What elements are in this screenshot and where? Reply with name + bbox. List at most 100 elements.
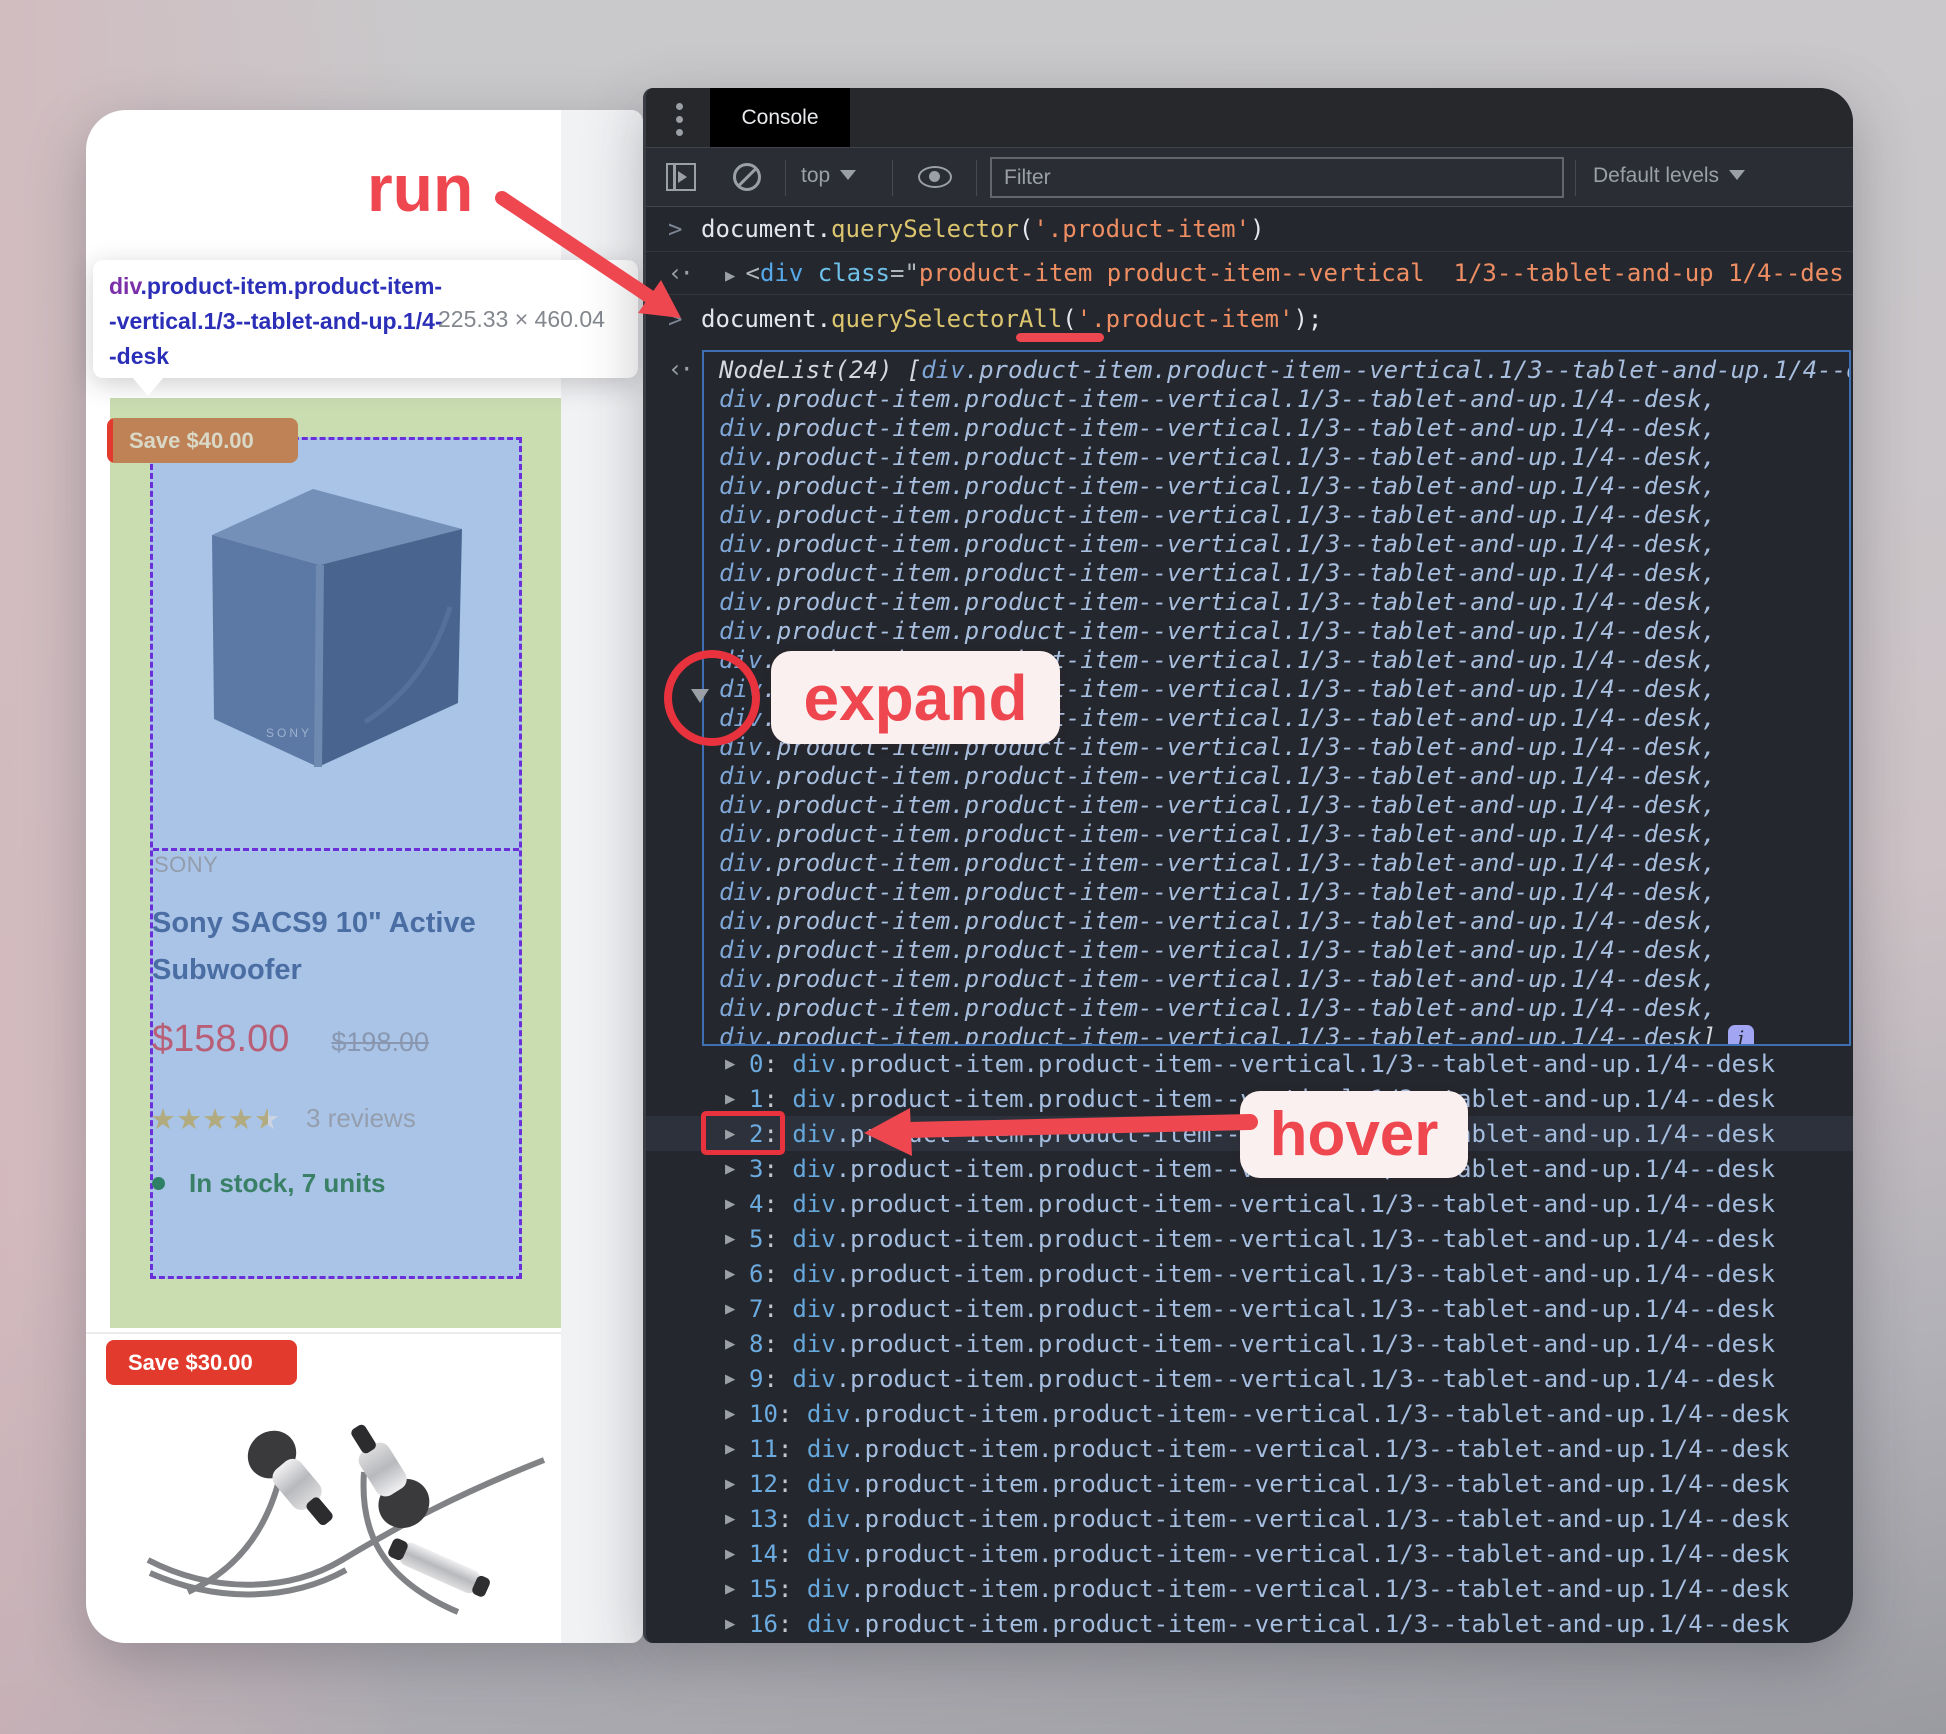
nodelist-preview-line: div.product-item.product-item--vertical.… (719, 443, 1717, 471)
nodelist-preview-line: div.product-item.product-item--vertical.… (719, 762, 1717, 790)
prompt-chevron-icon: > (668, 215, 683, 243)
stock-status: In stock, 7 units (189, 1168, 386, 1198)
info-icon[interactable]: i (1728, 1025, 1755, 1044)
nodelist-item-row[interactable]: ▶ 5: div .product-item.product-item--verti… (646, 1221, 1853, 1256)
tab-console[interactable]: Console (710, 88, 850, 147)
nodelist-item-row[interactable]: ▶ 15: div .product-item.product-item--vert… (646, 1571, 1853, 1606)
expand-triangle-icon[interactable]: ▶ (725, 1439, 749, 1459)
half-star-icon: ★ ★ (254, 1104, 280, 1136)
expand-triangle-icon[interactable]: ▶ (725, 1159, 749, 1179)
console-command[interactable]: > document.querySelector('.product-item'… (646, 207, 1853, 252)
kebab-menu-icon[interactable] (676, 103, 686, 136)
nodelist-item-row[interactable]: ▶ 4: div .product-item.product-item--verti… (646, 1186, 1853, 1221)
nodelist-preview-line: div.product-item.product-item--vertical.… (719, 588, 1717, 616)
console-toolbar: top Default levels (646, 147, 1853, 207)
nodelist-item-row[interactable]: ▶ 12: div .product-item.product-item--vert… (646, 1466, 1853, 1501)
nodelist-preview-line: div.product-item.product-item--vertical.… (704, 1023, 1849, 1044)
expand-triangle-icon[interactable]: ▶ (725, 1334, 749, 1354)
console-command-2[interactable]: > document.querySelectorAll('.product-it… (646, 294, 1853, 344)
red-underline-annotation (1016, 333, 1104, 342)
save-badge-2: Save $30.00 (106, 1340, 297, 1385)
expand-triangle-icon[interactable]: ▶ (725, 1404, 749, 1424)
nodelist-preview-line: div.product-item.product-item--vertical.… (719, 414, 1717, 442)
return-value-icon: ‹· (668, 355, 694, 383)
nodelist-item-row[interactable]: ▶ 7: div .product-item.product-item--verti… (646, 1291, 1853, 1326)
price-row: $158.00 $198.00 (152, 1018, 429, 1061)
product-brand: SONY (154, 852, 219, 877)
star-icons: ★★★★ (150, 1104, 254, 1136)
stock-row: In stock, 7 units (152, 1168, 386, 1199)
original-price: $198.00 (331, 1027, 429, 1057)
expand-triangle-icon[interactable]: ▶ (725, 1089, 749, 1109)
save-badge: Save $40.00 (107, 418, 298, 463)
nodelist-preview-line: div.product-item.product-item--vertical.… (719, 501, 1717, 529)
disclosure-triangle-icon[interactable] (691, 689, 709, 703)
nodelist-preview-line: div.product-item.product-item--vertical.… (719, 907, 1717, 935)
nodelist-preview-line: NodeList(24) [div.product-item.product-i… (719, 356, 1849, 384)
nodelist-item-row[interactable]: ▶ 8: div .product-item.product-item--verti… (646, 1326, 1853, 1361)
hover-annotation: hover (1240, 1091, 1468, 1178)
expand-triangle-icon[interactable]: ▶ (725, 1474, 749, 1494)
nodelist-preview-line: div.product-item.product-item--vertical.… (719, 965, 1717, 993)
chevron-down-icon (840, 170, 857, 180)
element-inspect-tooltip: div.product-item.product-item--vertical.… (93, 260, 638, 396)
expand-triangle-icon[interactable]: ▶ (725, 1369, 749, 1389)
card-divider (86, 1332, 561, 1334)
rating-row: ★★★★★ ★ 3 reviews (150, 1102, 416, 1137)
expand-triangle-icon[interactable]: ▶ (725, 1264, 749, 1284)
nodelist-item-row[interactable]: ▶ 0: div .product-item.product-item--verti… (646, 1046, 1853, 1081)
nodelist-preview-line: div.product-item.product-item--vertical.… (719, 559, 1717, 587)
console-messages: > document.querySelector('.product-item'… (646, 207, 1853, 1643)
live-expression-icon[interactable] (918, 166, 952, 188)
expand-triangle-icon[interactable]: ▶ (725, 1579, 749, 1599)
nodelist-preview-line: div.product-item.product-item--vertical.… (719, 820, 1717, 848)
return-value-icon: ‹· (668, 258, 694, 287)
expand-triangle-icon[interactable]: ▶ (725, 1509, 749, 1529)
nodelist-item-row[interactable]: ▶ 11: div .product-item.product-item--vert… (646, 1431, 1853, 1466)
earbuds-image[interactable] (140, 1410, 560, 1640)
log-levels-selector[interactable]: Default levels (1593, 164, 1746, 188)
tooltip-tail (132, 377, 164, 396)
console-sidebar-icon[interactable] (666, 163, 696, 191)
nodelist-item-row[interactable]: ▶ 14: div .product-item.product-item--vert… (646, 1536, 1853, 1571)
screenshot-stage: SONY Save $40.00 SONY Sony SACS9 10" Act… (0, 0, 1946, 1734)
tooltip-dimensions: 225.33 × 460.04 (438, 306, 605, 332)
nodelist-preview-line: div.product-item.product-item--vertical.… (719, 617, 1717, 645)
expand-triangle-icon[interactable]: ▶ (725, 1054, 749, 1074)
expand-triangle-icon[interactable]: ▶ (725, 1544, 749, 1564)
chevron-down-icon (1729, 170, 1746, 180)
expand-triangle-icon[interactable]: ▶ (725, 1299, 749, 1319)
nodelist-preview-line: div.product-item.product-item--vertical.… (719, 994, 1717, 1022)
tooltip-selector: div.product-item.product-item--vertical.… (109, 273, 443, 369)
nodelist-preview-line: div.product-item.product-item--vertical.… (719, 530, 1717, 558)
nodelist-preview-line: div.product-item.product-item--vertical.… (719, 878, 1717, 906)
reviews-link[interactable]: 3 reviews (306, 1103, 416, 1133)
filter-input[interactable] (990, 157, 1564, 198)
nodelist-preview-line: div.product-item.product-item--vertical.… (719, 849, 1717, 877)
nodelist-preview-line: div.product-item.product-item--vertical.… (719, 472, 1717, 500)
devtools-panel: Console top Default levels > document.qu… (643, 88, 1853, 1643)
nodelist-item-row[interactable]: ▶ 6: div .product-item.product-item--verti… (646, 1256, 1853, 1291)
console-result[interactable]: ‹· ▶ <div class="product-item product-it… (646, 251, 1853, 295)
in-stock-dot-icon (152, 1177, 165, 1190)
nodelist-item-row[interactable]: ▶ 13: div .product-item.product-item--vert… (646, 1501, 1853, 1536)
nodelist-item-row[interactable]: ▶ 9: div .product-item.product-item--verti… (646, 1361, 1853, 1396)
nodelist-item-row[interactable]: ▶ 16: div .product-item.product-item--vert… (646, 1606, 1853, 1641)
subwoofer-image[interactable]: SONY (150, 437, 522, 848)
nodelist-preview-line: div.product-item.product-item--vertical.… (719, 936, 1717, 964)
subwoofer-logo-text: SONY (266, 726, 312, 740)
context-selector[interactable]: top (801, 164, 857, 188)
expand-triangle-icon[interactable]: ▶ (725, 1229, 749, 1249)
nodelist-preview-line: div.product-item.product-item--vertical.… (719, 385, 1717, 413)
expand-triangle-icon[interactable]: ▶ (725, 266, 745, 286)
expand-triangle-icon[interactable]: ▶ (725, 1194, 749, 1214)
devtools-tabbar: Console (646, 88, 1853, 147)
clear-console-icon[interactable] (733, 163, 761, 191)
prompt-chevron-icon: > (668, 305, 683, 333)
red-box-annotation (701, 1111, 785, 1155)
sale-price: $158.00 (152, 1018, 290, 1060)
product-title[interactable]: Sony SACS9 10" Active Subwoofer (152, 900, 476, 994)
expand-triangle-icon[interactable]: ▶ (725, 1614, 749, 1634)
nodelist-item-row[interactable]: ▶ 10: div .product-item.product-item--vert… (646, 1396, 1853, 1431)
expand-annotation: expand (771, 651, 1060, 744)
